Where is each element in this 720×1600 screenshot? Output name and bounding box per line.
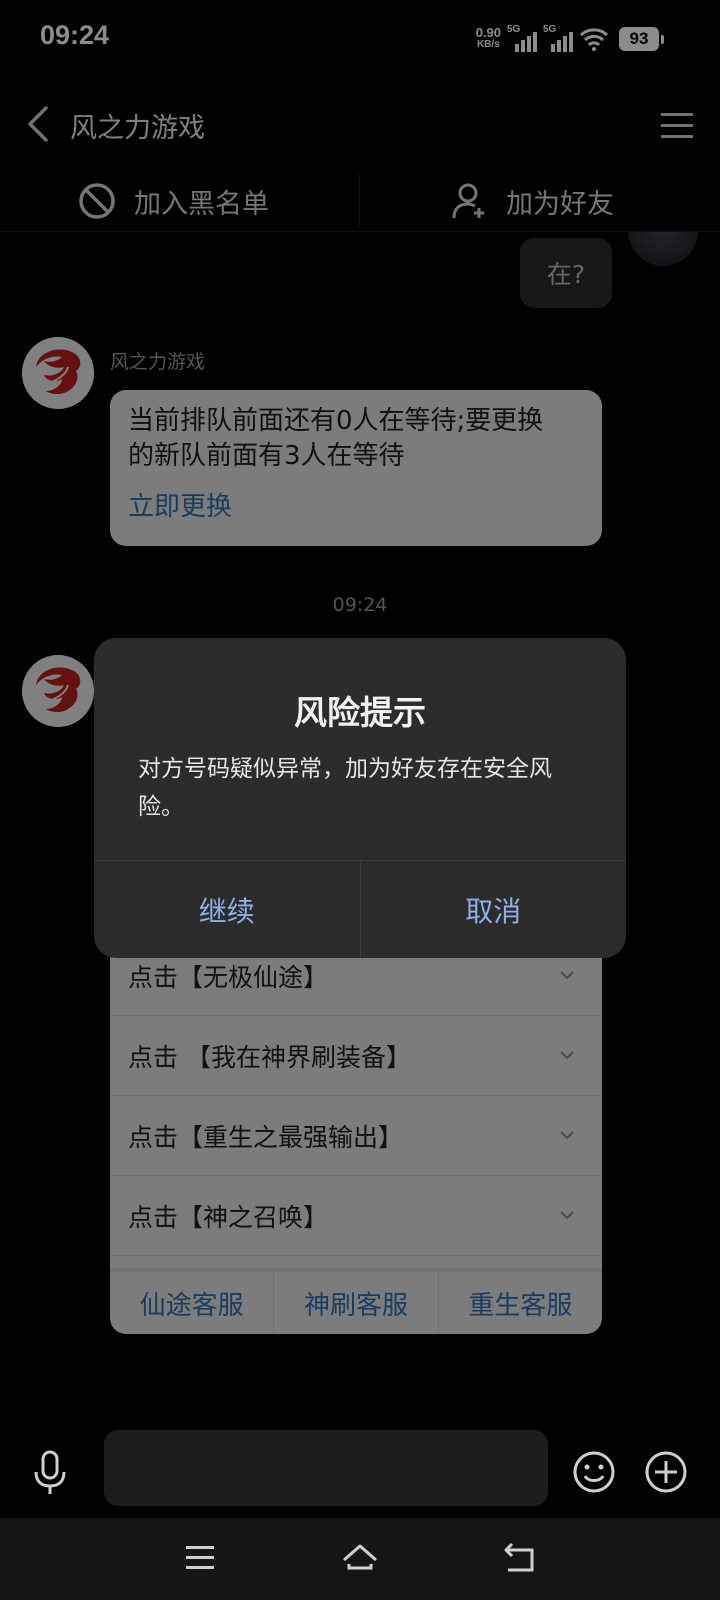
risk-warning-dialog: 风险提示 对方号码疑似异常，加为好友存在安全风险。 继续 取消 [94,638,626,958]
plus-icon[interactable] [644,1450,688,1494]
system-back-icon[interactable] [500,1538,540,1578]
home-icon[interactable] [340,1538,380,1578]
input-bar [0,1422,720,1520]
continue-button[interactable]: 继续 [94,861,361,958]
dialog-title: 风险提示 [294,693,426,732]
system-nav-bar [0,1518,720,1600]
dialog-message: 对方号码疑似异常，加为好友存在安全风险。 [138,756,552,820]
dialog-buttons: 继续 取消 [94,860,626,958]
message-input[interactable] [104,1430,548,1506]
cancel-button[interactable]: 取消 [361,861,627,958]
microphone-icon[interactable] [30,1450,70,1496]
emoji-icon[interactable] [572,1450,616,1494]
recent-apps-icon[interactable] [182,1540,218,1576]
